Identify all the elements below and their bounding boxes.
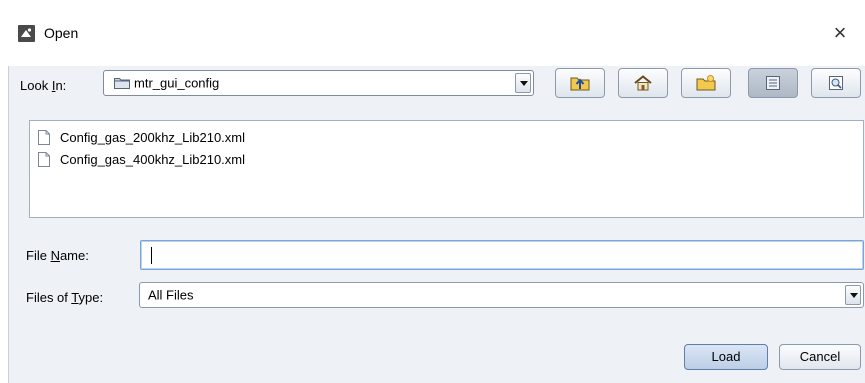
title-bar: Open × xyxy=(0,0,865,66)
document-icon xyxy=(38,152,50,167)
details-view-button[interactable] xyxy=(811,68,861,98)
window-title: Open xyxy=(44,25,79,41)
home-button[interactable] xyxy=(618,68,668,98)
file-type-label: Files of Type: xyxy=(26,290,104,305)
file-type-value: All Files xyxy=(148,287,194,303)
close-icon[interactable]: × xyxy=(825,17,855,49)
chevron-down-icon[interactable] xyxy=(845,285,861,305)
list-view-icon xyxy=(766,76,780,90)
file-type-combo[interactable]: All Files xyxy=(139,282,864,308)
up-one-level-button[interactable] xyxy=(555,68,605,98)
file-name-label: File Name: xyxy=(26,248,89,263)
folder-icon xyxy=(114,78,130,89)
list-view-button[interactable] xyxy=(748,68,798,98)
file-name-input[interactable] xyxy=(140,240,864,270)
look-in-value: mtr_gui_config xyxy=(134,75,220,91)
open-dialog: Open × Look In: mtr_gui_config Config_ga… xyxy=(0,0,865,383)
app-icon xyxy=(18,25,35,42)
home-icon xyxy=(634,75,652,91)
file-name: Config_gas_200khz_Lib210.xml xyxy=(60,130,246,145)
details-view-icon xyxy=(829,76,843,90)
file-list[interactable]: Config_gas_200khz_Lib210.xml Config_gas_… xyxy=(29,120,864,218)
new-folder-button[interactable] xyxy=(681,68,731,98)
folder-up-icon xyxy=(570,77,590,91)
cancel-button[interactable]: Cancel xyxy=(779,344,861,370)
file-name: Config_gas_400khz_Lib210.xml xyxy=(60,152,246,167)
chevron-down-icon[interactable] xyxy=(515,73,531,93)
text-caret xyxy=(151,247,152,264)
new-folder-icon xyxy=(696,75,716,91)
document-icon xyxy=(38,130,50,145)
look-in-label: Look In: xyxy=(20,78,67,93)
load-button[interactable]: Load xyxy=(684,344,768,370)
dialog-body: Look In: mtr_gui_config Config_gas_200kh… xyxy=(8,66,865,383)
look-in-combo[interactable]: mtr_gui_config xyxy=(103,70,534,96)
